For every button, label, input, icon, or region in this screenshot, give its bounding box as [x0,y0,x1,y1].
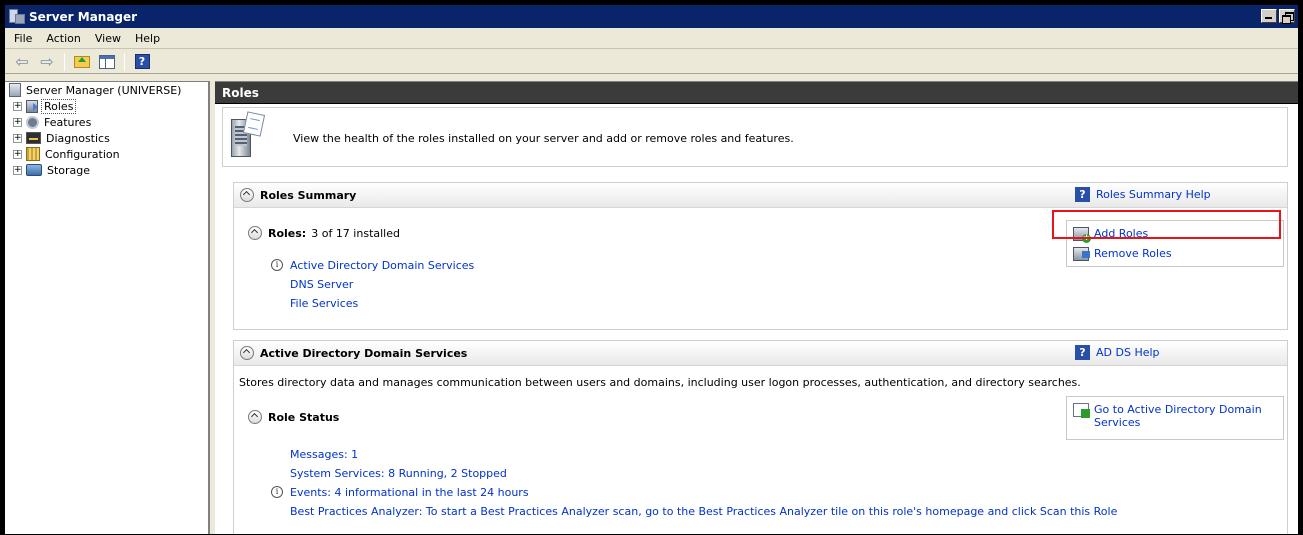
storage-icon [26,164,42,176]
info-icon: i [271,259,283,271]
role-link-dns-server[interactable]: DNS Server [290,278,353,291]
info-icon: i [271,486,283,498]
role-status-heading: Role Status [248,410,344,424]
tree-item-label: Roles [41,98,77,114]
toolbar-separator [64,52,65,71]
roles-server-icon [231,111,266,159]
add-roles-label: Add Roles [1094,227,1149,240]
roles-summary-section: Roles Summary ? Roles Summary Help Roles… [233,182,1288,330]
system-services-link[interactable]: System Services: 8 Running, 2 Stopped [290,467,507,480]
console-tree: Server Manager (UNIVERSE) + Roles + Feat… [5,81,210,534]
intro-banner: View the health of the roles installed o… [222,107,1288,167]
title-bar[interactable]: Server Manager [5,5,1298,28]
configuration-icon [26,147,40,161]
ad-ds-tasks-box: Go to Active Directory Domain Services [1066,396,1284,440]
help-button[interactable]: ? [131,52,153,72]
show-hide-tree-button[interactable] [96,52,118,72]
menu-action[interactable]: Action [39,28,87,49]
folder-up-icon [74,55,90,68]
toolbar: ⇦ ⇨ ? [5,50,1298,74]
menu-view[interactable]: View [88,28,128,49]
go-to-ad-ds-link[interactable]: Go to Active Directory Domain Services [1073,403,1274,429]
role-status-title: Role Status [268,410,340,424]
page-title: Roles [215,82,1298,104]
tree-item-storage[interactable]: + Storage [5,162,208,178]
tree-item-label: Configuration [45,147,120,161]
collapse-icon[interactable] [240,346,254,360]
section-title: Active Directory Domain Services [260,346,468,360]
help-icon: ? [1075,187,1090,202]
roles-label: Roles: [268,226,307,240]
help-link-label: Roles Summary Help [1096,188,1211,201]
tree-item-diagnostics[interactable]: + Diagnostics [5,130,208,146]
collapse-icon[interactable] [248,226,262,240]
add-roles-link[interactable]: Add Roles [1073,227,1149,243]
roles-count: 3 of 17 installed [311,226,400,240]
toolbar-separator [124,52,125,71]
tree-item-label: Diagnostics [46,131,110,145]
help-icon: ? [1075,345,1090,360]
console-tree-icon [99,54,115,69]
collapse-icon[interactable] [240,188,254,202]
back-button[interactable]: ⇦ [11,52,33,72]
ad-ds-section: Active Directory Domain Services ? AD DS… [233,340,1288,534]
remove-roles-link[interactable]: Remove Roles [1073,247,1172,261]
intro-text: View the health of the roles installed o… [293,132,794,145]
tree-item-label: Storage [47,163,91,177]
expand-icon[interactable]: + [13,133,22,143]
forward-arrow-icon: ⇨ [40,51,54,71]
menu-help[interactable]: Help [128,28,167,49]
menu-file[interactable]: File [7,28,39,49]
expand-icon[interactable]: + [13,149,22,159]
details-pane: Roles View the health of the roles insta… [215,81,1298,534]
window-title: Server Manager [29,9,138,24]
tree-item-features[interactable]: + Features [5,114,208,130]
messages-link[interactable]: Messages: 1 [290,448,358,461]
roles-icon [26,99,38,113]
ad-ds-help-link[interactable]: ? AD DS Help [1075,345,1160,360]
menu-bar: File Action View Help [5,28,1298,49]
roles-tasks-box: Add Roles Remove Roles [1066,220,1284,267]
role-link-ad-ds[interactable]: Active Directory Domain Services [290,259,474,272]
go-to-ad-ds-label: Go to Active Directory Domain Services [1094,403,1262,429]
expand-icon[interactable]: + [13,165,22,175]
back-arrow-icon: ⇦ [15,51,29,71]
roles-summary-help-link[interactable]: ? Roles Summary Help [1075,187,1211,202]
best-practices-analyzer-link[interactable]: Best Practices Analyzer: To start a Best… [290,505,1117,518]
restore-button[interactable] [1279,9,1295,24]
go-to-icon [1073,403,1090,418]
forward-button[interactable]: ⇨ [36,52,58,72]
tree-item-roles[interactable]: + Roles [5,98,208,114]
tree-item-configuration[interactable]: + Configuration [5,146,208,162]
roles-count-heading: Roles: 3 of 17 installed [248,226,400,240]
add-roles-icon [1073,227,1091,243]
section-title: Roles Summary [260,188,357,202]
help-link-label: AD DS Help [1096,346,1160,359]
server-icon [9,83,21,97]
remove-roles-icon [1073,247,1090,261]
ad-ds-description: Stores directory data and manages commun… [239,376,1081,389]
remove-roles-label: Remove Roles [1094,247,1172,260]
server-manager-app-icon [9,9,25,24]
role-link-file-services[interactable]: File Services [290,297,358,310]
server-manager-window: Server Manager File Action View Help ⇦ ⇨… [4,4,1299,535]
ad-ds-header: Active Directory Domain Services ? AD DS… [234,341,1287,366]
tree-item-label: Features [44,115,92,129]
minimize-button[interactable] [1261,9,1277,23]
events-link[interactable]: Events: 4 informational in the last 24 h… [290,486,529,499]
tree-root-label: Server Manager (UNIVERSE) [26,83,182,97]
collapse-icon[interactable] [248,410,262,424]
features-icon [26,115,39,129]
tree-root-server-manager[interactable]: Server Manager (UNIVERSE) [5,82,208,98]
expand-icon[interactable]: + [13,117,22,127]
up-one-level-button[interactable] [71,52,93,72]
expand-icon[interactable]: + [13,101,22,111]
diagnostics-icon [26,132,41,144]
roles-summary-header: Roles Summary ? Roles Summary Help [234,183,1287,208]
help-icon: ? [134,54,150,69]
